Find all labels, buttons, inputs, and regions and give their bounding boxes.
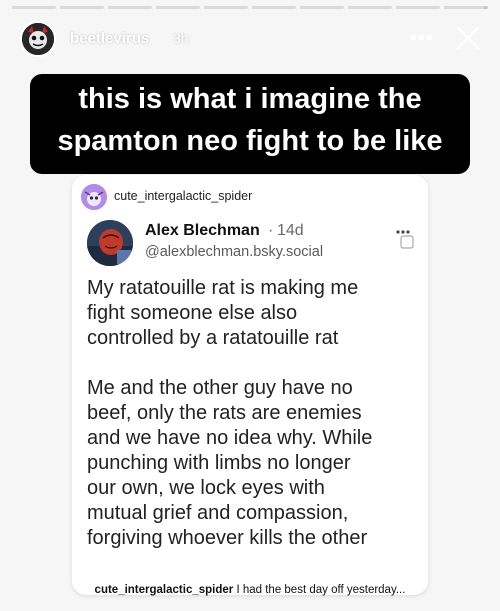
profile-avatar[interactable] bbox=[20, 21, 56, 57]
progress-segment bbox=[348, 6, 392, 9]
progress-segment bbox=[108, 6, 152, 9]
caption-line-2: spamton neo fight to be like bbox=[57, 125, 443, 157]
story-footer-caption[interactable]: cute_intergalactic_spider I had the best… bbox=[0, 584, 500, 596]
author-handle[interactable]: @alexblechman.bsky.social bbox=[145, 244, 323, 260]
progress-segment bbox=[300, 6, 344, 9]
progress-segment bbox=[396, 6, 440, 9]
progress-segment bbox=[60, 6, 104, 9]
close-icon[interactable] bbox=[452, 22, 484, 54]
story-progress-bar bbox=[12, 6, 488, 9]
progress-segment bbox=[156, 6, 200, 9]
progress-segment bbox=[252, 6, 296, 9]
progress-segment bbox=[12, 6, 56, 9]
footer-text: I had the best day off yesterday... bbox=[236, 584, 406, 596]
more-horizontal-icon[interactable]: ••• bbox=[410, 27, 434, 50]
post-age: 14d bbox=[277, 222, 304, 239]
progress-segment-fill bbox=[108, 6, 152, 9]
progress-segment bbox=[444, 6, 488, 9]
sharer-username[interactable]: cute_intergalactic_spider bbox=[114, 189, 252, 203]
post-time: 3h bbox=[173, 30, 189, 46]
post-paragraph-2: Me and the other guy have no beef, only … bbox=[87, 377, 373, 549]
caption-line-1: this is what i imagine the bbox=[78, 83, 422, 115]
avatar-image bbox=[22, 23, 54, 55]
progress-segment bbox=[204, 6, 248, 9]
username[interactable]: beetlevirus bbox=[70, 30, 149, 47]
progress-segment-fill bbox=[348, 6, 392, 9]
post-body: My ratatouille rat is making me fight so… bbox=[87, 276, 417, 551]
author-avatar[interactable] bbox=[87, 220, 133, 266]
sharer-avatar-image bbox=[81, 184, 107, 210]
progress-segment-fill bbox=[60, 6, 104, 9]
author-avatar-image bbox=[87, 220, 133, 266]
post-menu-icon[interactable] bbox=[394, 227, 416, 251]
progress-segment-fill bbox=[156, 6, 200, 9]
shared-post-card[interactable]: cute_intergalactic_spider Alex Blechman … bbox=[72, 175, 428, 595]
progress-segment-fill bbox=[396, 6, 440, 9]
author-name[interactable]: Alex Blechman bbox=[145, 222, 260, 240]
progress-segment-fill bbox=[300, 6, 344, 9]
footer-username[interactable]: cute_intergalactic_spider bbox=[95, 584, 234, 596]
progress-segment-fill bbox=[252, 6, 296, 9]
progress-segment-fill bbox=[444, 6, 484, 9]
story-header: beetlevirus 3h ••• bbox=[0, 18, 500, 62]
sharer-avatar[interactable] bbox=[81, 184, 107, 210]
progress-segment-fill bbox=[12, 6, 56, 9]
meta-separator: · bbox=[268, 222, 274, 239]
story-caption: this is what i imagine the spamton neo f… bbox=[30, 74, 470, 174]
post-paragraph-1: My ratatouille rat is making me fight so… bbox=[87, 277, 359, 349]
progress-segment-fill bbox=[204, 6, 248, 9]
